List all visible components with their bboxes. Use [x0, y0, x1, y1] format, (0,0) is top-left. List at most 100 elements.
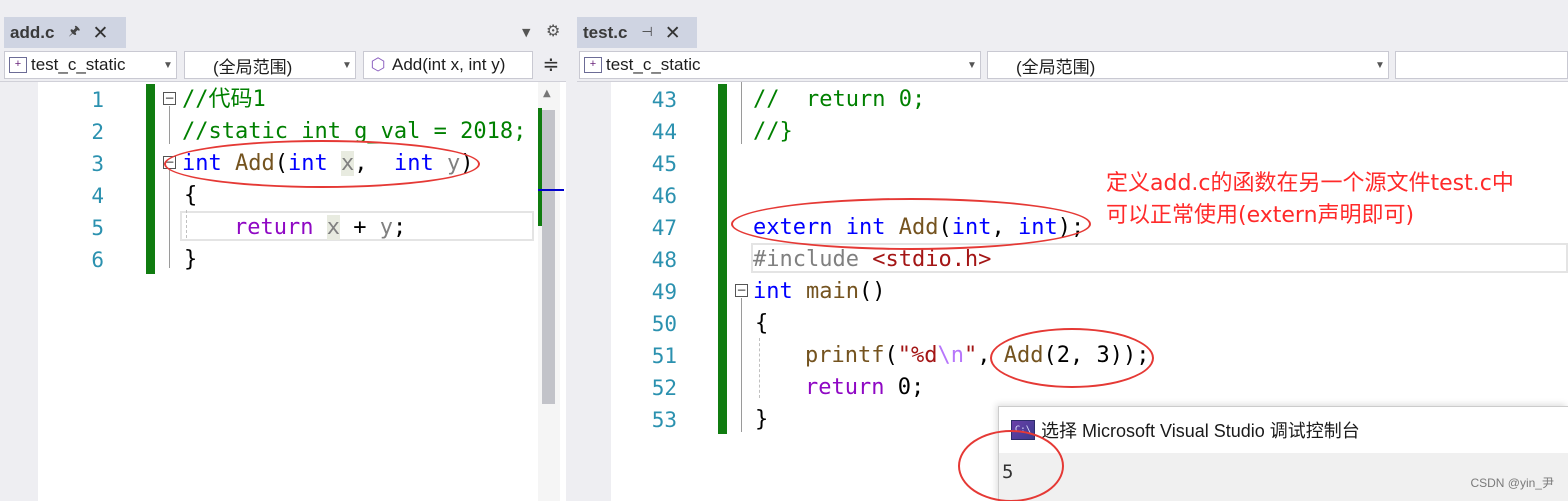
outline-line	[741, 82, 742, 144]
brace: }	[184, 247, 198, 272]
tab-title: test.c	[583, 22, 628, 42]
member-dropdown[interactable]: ⬡ Add(int x, int y)	[363, 51, 533, 79]
preprocessor-directive: #include	[753, 247, 859, 272]
indent-guide	[759, 338, 760, 398]
include-header: <stdio.h>	[872, 247, 992, 272]
navigation-bar: + test_c_static ▼ (全局范围) ▼ ⬡ Add(int x, …	[0, 48, 566, 82]
code-line-43[interactable]: // return 0;	[753, 84, 925, 116]
change-bar	[146, 84, 155, 274]
code-line-5[interactable]: return x + y;	[234, 212, 406, 244]
annotation-text: 定义add.c的函数在另一个源文件test.c中 可以正常使用(extern声明…	[1106, 168, 1514, 232]
split-window-button[interactable]: ≑	[537, 51, 565, 79]
line-number: 45	[651, 152, 677, 176]
line-number: 6	[91, 248, 104, 272]
member-dropdown-label: Add(int x, int y)	[392, 55, 506, 74]
pin-icon[interactable]: ⊣	[641, 25, 652, 40]
chevron-down-icon: ▼	[1375, 59, 1385, 71]
annotation-ellipse	[958, 430, 1064, 501]
annotation-line-1: 定义add.c的函数在另一个源文件test.c中	[1106, 171, 1514, 196]
scroll-up-icon[interactable]: ▲	[543, 88, 551, 99]
code-line-49[interactable]: int main()	[753, 276, 885, 308]
code-line-52[interactable]: return 0;	[805, 372, 924, 404]
project-dropdown-label: test_c_static	[606, 55, 701, 74]
code-line-44[interactable]: //}	[753, 116, 793, 148]
console-title: 选择 Microsoft Visual Studio 调试控制台	[1041, 421, 1360, 441]
comment: //代码1	[182, 87, 266, 112]
member-dropdown[interactable]	[1395, 51, 1568, 79]
line-number: 4	[91, 184, 104, 208]
close-icon[interactable]: ✕	[92, 22, 108, 44]
indicator-margin	[577, 82, 611, 501]
gear-icon[interactable]: ⚙	[546, 21, 560, 40]
parameter: y	[379, 215, 393, 240]
pin-icon[interactable]: 🖈	[68, 22, 80, 44]
tab-strip: add.c 🖈 ✕ ▼ ⚙	[0, 0, 566, 48]
line-number: 1	[91, 88, 104, 112]
project-dropdown[interactable]: + test_c_static ▼	[4, 51, 177, 79]
project-icon: +	[584, 57, 602, 73]
tab-test-c[interactable]: test.c ⊣ ✕	[577, 17, 697, 48]
brace: {	[755, 311, 769, 336]
line-number: 51	[651, 344, 677, 368]
close-icon[interactable]: ✕	[665, 22, 681, 44]
collapse-icon[interactable]: −	[735, 284, 748, 297]
caret-marker	[538, 189, 564, 191]
line-number: 48	[651, 248, 677, 272]
punctuation: 0;	[884, 375, 925, 400]
console-body[interactable]: 5 CSDN @yin_尹	[999, 453, 1568, 501]
brace: }	[755, 407, 769, 432]
escape-sequence: \n	[937, 343, 964, 368]
punctuation: ;	[392, 215, 407, 240]
keyword: return	[805, 375, 885, 400]
collapse-icon[interactable]: −	[163, 92, 176, 105]
annotation-ellipse	[990, 328, 1154, 388]
scope-dropdown-label: (全局范围)	[1016, 57, 1096, 77]
line-number: 46	[651, 184, 677, 208]
scrollbar-thumb[interactable]	[542, 110, 555, 404]
cube-icon: ⬡	[370, 55, 386, 74]
tab-add-c[interactable]: add.c 🖈 ✕	[4, 17, 126, 48]
tab-title: add.c	[10, 22, 55, 42]
indent-guide	[186, 210, 187, 238]
scope-dropdown[interactable]: (全局范围) ▼	[987, 51, 1389, 79]
line-number: 43	[651, 88, 677, 112]
outline-line	[169, 106, 170, 144]
line-number: 44	[651, 120, 677, 144]
vertical-scrollbar[interactable]: ▲	[538, 82, 560, 501]
indicator-margin	[0, 82, 38, 501]
code-line-50[interactable]: {	[755, 308, 768, 340]
code-editor[interactable]: − − 1 //代码1 2 //static int g_val = 2018;…	[0, 82, 566, 501]
dropdown-arrow-icon[interactable]: ▼	[522, 26, 530, 39]
editor-pane-add-c: add.c 🖈 ✕ ▼ ⚙ + test_c_static ▼ (全局范围) ▼…	[0, 0, 566, 501]
chevron-down-icon: ▼	[342, 59, 352, 71]
pane-splitter[interactable]	[566, 0, 577, 501]
keyword: int	[753, 279, 793, 304]
annotation-line-2: 可以正常使用(extern声明即可)	[1106, 203, 1415, 228]
code-line-6[interactable]: }	[184, 244, 197, 276]
change-bar	[718, 84, 727, 434]
annotation-ellipse	[731, 198, 1091, 250]
scope-dropdown-label: (全局范围)	[213, 57, 293, 77]
comment: //}	[753, 119, 793, 144]
outline-line	[169, 170, 170, 268]
annotation-ellipse	[164, 140, 480, 188]
line-number: 52	[651, 376, 677, 400]
debug-console-window[interactable]: C:\ 选择 Microsoft Visual Studio 调试控制台 5 C…	[998, 406, 1568, 501]
line-number: 47	[651, 216, 677, 240]
project-dropdown[interactable]: + test_c_static ▼	[579, 51, 981, 79]
operator: +	[353, 215, 367, 240]
outline-line	[741, 298, 742, 432]
code-line-4[interactable]: {	[184, 180, 197, 212]
code-line-53[interactable]: }	[755, 404, 768, 436]
chevron-down-icon: ▼	[967, 59, 977, 71]
console-title-bar[interactable]: C:\ 选择 Microsoft Visual Studio 调试控制台	[999, 407, 1568, 453]
code-line-1[interactable]: //代码1	[182, 84, 266, 116]
string-literal: "%d	[897, 343, 938, 368]
function-name: main	[806, 279, 859, 304]
keyword: return	[234, 215, 314, 240]
line-number: 5	[91, 216, 104, 240]
scope-dropdown[interactable]: (全局范围) ▼	[184, 51, 356, 79]
function-name: printf	[805, 343, 885, 368]
line-number: 53	[651, 408, 677, 432]
project-dropdown-label: test_c_static	[31, 55, 126, 74]
